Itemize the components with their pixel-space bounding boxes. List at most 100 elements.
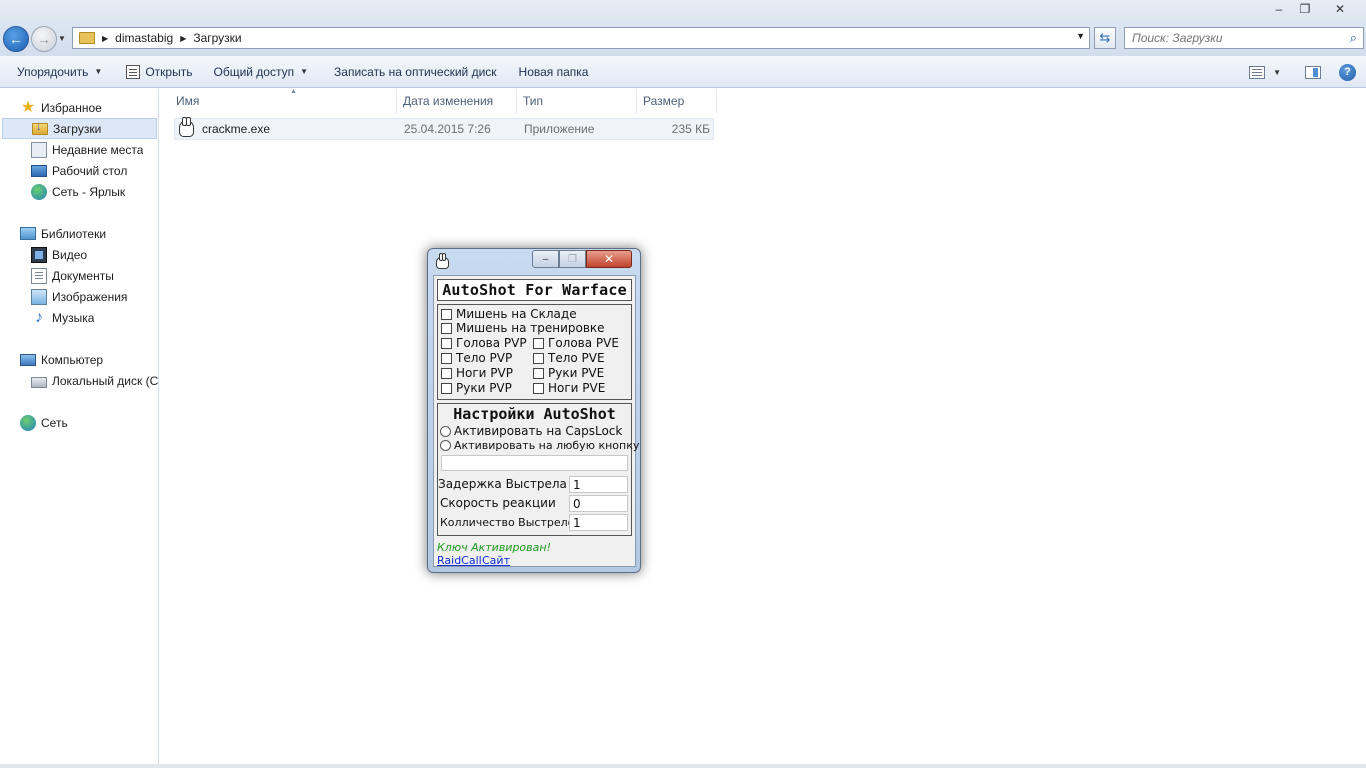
checkbox-box[interactable]: [441, 337, 452, 349]
search-icon[interactable]: ⌕: [1350, 30, 1357, 46]
sidebar-item-images[interactable]: Изображения: [0, 286, 127, 307]
chevron-right-icon[interactable]: ▶: [102, 34, 108, 43]
view-mode-icon[interactable]: [1249, 65, 1266, 79]
targets-group: Мишень на Складе Мишень на тренировке Го…: [437, 304, 632, 400]
organize-menu[interactable]: Упорядочить ▼: [8, 56, 111, 88]
checkbox-body-pve[interactable]: Тело PVE: [533, 351, 605, 365]
burn-button[interactable]: Записать на оптический диск: [325, 56, 506, 88]
preview-pane-icon[interactable]: [1305, 65, 1321, 79]
activation-key-input[interactable]: [441, 455, 628, 471]
dialog-maximize-button[interactable]: ❐: [559, 250, 586, 268]
sidebar-item-label: Библиотеки: [41, 226, 107, 241]
checkbox-box[interactable]: [441, 382, 452, 394]
dialog-title-bar[interactable]: – ❐ ✕: [428, 249, 640, 273]
close-button[interactable]: ✕: [1318, 0, 1362, 18]
radio-capslock[interactable]: Активировать на CapsLock: [440, 424, 622, 438]
sidebar-item-network[interactable]: Сеть: [0, 412, 68, 433]
checkbox-legs-pve[interactable]: Ноги PVE: [533, 381, 605, 395]
window-title-bar: – ❐ ✕: [0, 0, 1366, 22]
column-header-type[interactable]: Тип: [517, 89, 637, 113]
checkbox-head-pve[interactable]: Голова PVE: [533, 336, 619, 350]
open-button[interactable]: Открыть: [117, 56, 201, 88]
delay-label: Задержка Выстрела: [438, 477, 567, 491]
recent-places-icon: [31, 141, 47, 158]
network-icon: [31, 183, 47, 200]
checkbox-arms-pve[interactable]: Руки PVE: [533, 366, 604, 380]
dialog-close-button[interactable]: ✕: [586, 250, 632, 268]
back-button[interactable]: ←: [3, 26, 29, 52]
sidebar-item-label: Сеть: [41, 415, 68, 430]
file-modified: 25.04.2015 7:26: [404, 122, 491, 136]
forward-button[interactable]: →: [31, 26, 57, 52]
library-icon: [20, 227, 36, 240]
view-dropdown-icon[interactable]: ▼: [1273, 68, 1281, 77]
minimize-button[interactable]: –: [1266, 0, 1292, 18]
checkbox-box[interactable]: [441, 352, 452, 364]
burn-label: Записать на оптический диск: [334, 64, 497, 79]
sidebar-item-libraries[interactable]: Библиотеки: [0, 223, 106, 244]
column-header-name[interactable]: Имя ▲: [170, 88, 397, 113]
computer-icon: [20, 353, 36, 366]
sidebar-item-documents[interactable]: Документы: [0, 265, 114, 286]
checkbox-arms-pvp[interactable]: Руки PVP: [441, 381, 512, 395]
column-header-label: Размер: [643, 94, 685, 108]
chevron-right-icon[interactable]: ▶: [180, 34, 186, 43]
shots-input[interactable]: [569, 514, 628, 531]
shots-label: Колличество Выстрелов: [440, 516, 581, 529]
address-bar[interactable]: ▶ dimastabig ▶ Загрузки ▼: [72, 27, 1090, 49]
site-link[interactable]: Сайт: [482, 554, 510, 567]
sidebar-item-label: Видео: [52, 247, 88, 262]
file-list: Имя ▲ Дата изменения Тип Размер crackme.…: [160, 88, 1366, 768]
sidebar-item-network-shortcut[interactable]: Сеть - Ярлык: [0, 181, 125, 202]
dialog-minimize-button[interactable]: –: [532, 250, 559, 268]
sidebar-item-video[interactable]: Видео: [0, 244, 87, 265]
search-input[interactable]: [1132, 31, 1332, 45]
checkbox-box[interactable]: [441, 367, 452, 379]
search-box[interactable]: ⌕: [1124, 27, 1364, 49]
sidebar-item-label: Загрузки: [53, 121, 102, 136]
checkbox-label: Мишень на Складе: [456, 307, 577, 321]
checkbox-box[interactable]: [441, 308, 452, 320]
checkbox-training[interactable]: Мишень на тренировке: [441, 321, 605, 335]
dialog-heading: AutoShot For Warface: [437, 279, 632, 301]
table-row[interactable]: crackme.exe 25.04.2015 7:26 Приложение 2…: [174, 117, 714, 140]
downloads-folder-icon: [32, 121, 48, 135]
radio-button[interactable]: [440, 440, 451, 451]
help-icon[interactable]: ?: [1339, 63, 1356, 81]
new-folder-button[interactable]: Новая папка: [510, 56, 598, 88]
column-header-modified[interactable]: Дата изменения: [397, 89, 517, 113]
radio-button[interactable]: [440, 425, 451, 437]
radio-any-key[interactable]: Активировать на любую кнопку: [440, 439, 639, 452]
column-header-size[interactable]: Размер: [637, 89, 717, 113]
sidebar-item-music[interactable]: ♪ Музыка: [0, 307, 94, 328]
checkbox-box[interactable]: [533, 337, 544, 349]
recent-pages-dropdown[interactable]: ▼: [58, 34, 66, 43]
checkbox-body-pvp[interactable]: Тело PVP: [441, 351, 512, 365]
refresh-button[interactable]: ⇆: [1094, 27, 1116, 49]
sidebar-item-computer[interactable]: Компьютер: [0, 349, 103, 370]
delay-input[interactable]: [569, 476, 628, 493]
checkbox-storage[interactable]: Мишень на Складе: [441, 307, 577, 321]
sidebar-item-local-disk[interactable]: Локальный диск (C:): [0, 370, 159, 391]
checkbox-legs-pvp[interactable]: Ноги PVP: [441, 366, 513, 380]
checkbox-box[interactable]: [533, 367, 544, 379]
file-name-cell: crackme.exe: [179, 117, 270, 139]
checkbox-head-pvp[interactable]: Голова PVP: [441, 336, 527, 350]
maximize-button[interactable]: ❐: [1292, 0, 1318, 18]
sidebar-item-downloads[interactable]: Загрузки: [2, 118, 157, 139]
sidebar-item-favorites[interactable]: ★ Избранное: [0, 97, 102, 118]
breadcrumb-downloads[interactable]: Загрузки: [193, 31, 241, 45]
sidebar-item-recent[interactable]: Недавние места: [0, 139, 143, 160]
raidcall-link[interactable]: RaidCall: [437, 554, 482, 567]
checkbox-box[interactable]: [441, 322, 452, 334]
rabbit-app-icon: [436, 253, 449, 269]
address-history-dropdown[interactable]: ▼: [1076, 31, 1085, 41]
checkbox-box[interactable]: [533, 382, 544, 394]
checkbox-label: Тело PVP: [456, 351, 513, 365]
new-folder-label: Новая папка: [518, 64, 589, 79]
checkbox-box[interactable]: [533, 352, 544, 364]
breadcrumb-user[interactable]: dimastabig: [115, 31, 173, 45]
reaction-input[interactable]: [569, 495, 628, 512]
share-menu[interactable]: Общий доступ ▼: [204, 56, 317, 88]
sidebar-item-desktop[interactable]: Рабочий стол: [0, 160, 127, 181]
